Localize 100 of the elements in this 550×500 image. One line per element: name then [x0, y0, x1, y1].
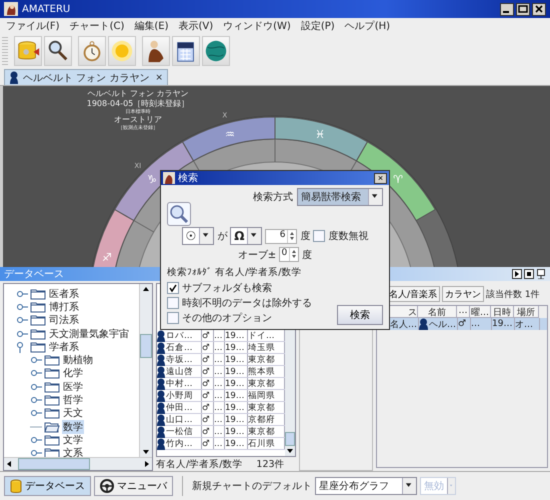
tree-item[interactable]: 化学 [62, 366, 84, 380]
planet-dropdown[interactable]: Ω [230, 227, 262, 245]
table-cell: 寺坂… [166, 354, 192, 366]
maximize-icon[interactable] [516, 2, 530, 16]
birth-place: オーストリア [113, 115, 163, 124]
folder-icon [44, 380, 60, 394]
tree-item[interactable]: 医者系 [48, 286, 80, 301]
folder-icon [30, 286, 46, 301]
person-name: ヘルベルト フォン カラヤン [86, 89, 190, 99]
checkbox[interactable] [167, 297, 179, 309]
table-cell: ♂ [202, 402, 214, 413]
table-cell: ♂ [202, 342, 214, 353]
checkbox[interactable] [313, 230, 326, 242]
query-button[interactable]: カラヤン [442, 286, 484, 302]
table-cell: … [214, 354, 225, 365]
folder-icon [30, 340, 46, 354]
column-header[interactable]: 場所 [514, 306, 539, 318]
tree-item[interactable]: 学者系 [48, 340, 80, 354]
table-cell: ♂ [202, 354, 214, 365]
pin-icon[interactable] [536, 269, 546, 279]
table-cell: … [214, 402, 225, 413]
column-header[interactable]: 日時 [491, 306, 514, 318]
tree-item[interactable]: 博打系 [48, 300, 80, 314]
method-label: 検索方式 [253, 190, 293, 204]
chart-tab[interactable]: ヘルベルト フォン カラヤン × [4, 69, 168, 85]
method-dropdown[interactable]: 簡易獣帯検索 [297, 188, 383, 206]
person-icon [419, 318, 428, 330]
toolbar-button[interactable] [44, 36, 72, 66]
record-count: 123件 [256, 458, 285, 470]
tree-item[interactable]: 動植物 [62, 353, 94, 368]
checkbox[interactable] [167, 282, 179, 294]
search-icon [169, 204, 189, 224]
app-icon [4, 2, 18, 16]
tree-item[interactable]: 天文 [62, 406, 84, 420]
search-button[interactable]: 検索 [337, 305, 383, 325]
horizontal-scrollbar[interactable] [4, 457, 152, 470]
scroll-thumb[interactable] [140, 334, 152, 358]
table-cell: ♂ [202, 414, 214, 425]
particle-text: が [217, 230, 228, 243]
zodiac-sign: ♒ [225, 128, 235, 141]
menu-item[interactable]: チャート(C) [70, 19, 124, 33]
checkbox-label: その他のオプション [182, 312, 272, 325]
menu-item[interactable]: 編集(E) [134, 19, 168, 33]
search-folder-text: 検索ﾌｫﾙﾀﾞ 有名人/学者系/数学 [167, 266, 302, 279]
search-button[interactable] [167, 202, 191, 226]
column-header[interactable]: 曜… [470, 306, 491, 318]
view-tab[interactable]: データベース [4, 476, 91, 496]
scroll-thumb[interactable] [285, 432, 295, 446]
chart-type-dropdown[interactable]: 星座分布グラフ [315, 477, 417, 495]
column-header[interactable]: 名前 [418, 306, 457, 318]
planet-dropdown[interactable]: ☉ [182, 227, 214, 245]
folder-icon [44, 393, 60, 408]
table-cell: … [214, 438, 225, 449]
tree-item[interactable]: 天文測量気象宇宙 [48, 326, 130, 341]
table-cell: … [214, 366, 225, 377]
tree-item[interactable]: 哲学 [62, 393, 84, 408]
menu-item[interactable]: 設定(P) [300, 19, 335, 33]
toolbar-button[interactable] [142, 36, 170, 66]
menu-item[interactable]: ウィンドウ(W) [223, 19, 291, 33]
toolbar-button[interactable] [172, 36, 200, 66]
restore-icon[interactable] [524, 269, 534, 279]
menu-item[interactable]: 表示(V) [178, 19, 214, 33]
table-cell: ♂ [202, 390, 214, 401]
folder-icon [30, 313, 46, 328]
view-tab[interactable]: マニューバ [94, 476, 173, 496]
table-cell: 19… [225, 438, 248, 449]
checkbox-label: 度数無視 [328, 230, 368, 243]
table-cell: 19… [225, 414, 248, 425]
close-button[interactable]: × [374, 172, 387, 184]
table-cell: 一松信 [166, 426, 193, 438]
checkbox[interactable] [167, 312, 179, 324]
close-button[interactable]: × [155, 72, 163, 82]
caret-icon [199, 228, 214, 244]
table-cell: 小野周 [166, 390, 193, 402]
toolbar-button[interactable] [202, 36, 230, 66]
unit-text: 度 [302, 248, 312, 262]
close-icon[interactable] [532, 2, 546, 16]
panel-title: データベース [4, 268, 64, 281]
vertical-scrollbar[interactable] [139, 284, 152, 457]
scroll-thumb[interactable] [18, 458, 90, 470]
number-spinner[interactable]: 6 [265, 228, 298, 244]
checkbox-label: 時刻不明のデータは除外する [182, 296, 312, 310]
folder-icon [44, 432, 60, 447]
tree-item[interactable]: 医学 [62, 380, 84, 394]
folder-path: 有名人/学者系/数学 [156, 458, 242, 470]
expand-handle-icon[interactable] [30, 447, 42, 457]
table-cell: 石倉… [166, 342, 192, 354]
zodiac-sign: ♈ [393, 172, 403, 186]
column-header[interactable]: … [457, 306, 470, 318]
window-title: AMATERU [22, 4, 70, 14]
tree-item[interactable]: 司法系 [48, 313, 80, 328]
tree-item[interactable]: 数学 [62, 420, 84, 434]
play-icon[interactable] [512, 269, 522, 279]
menu-item[interactable]: ヘルプ(H) [344, 19, 390, 33]
table-cell: … [471, 319, 480, 329]
menu-item[interactable]: ファイル(F) [6, 19, 60, 33]
minimize-icon[interactable] [500, 2, 514, 16]
table-cell: 19… [225, 402, 248, 413]
tree-item[interactable]: 文学 [62, 432, 84, 447]
number-spinner[interactable]: 0 [279, 247, 300, 262]
